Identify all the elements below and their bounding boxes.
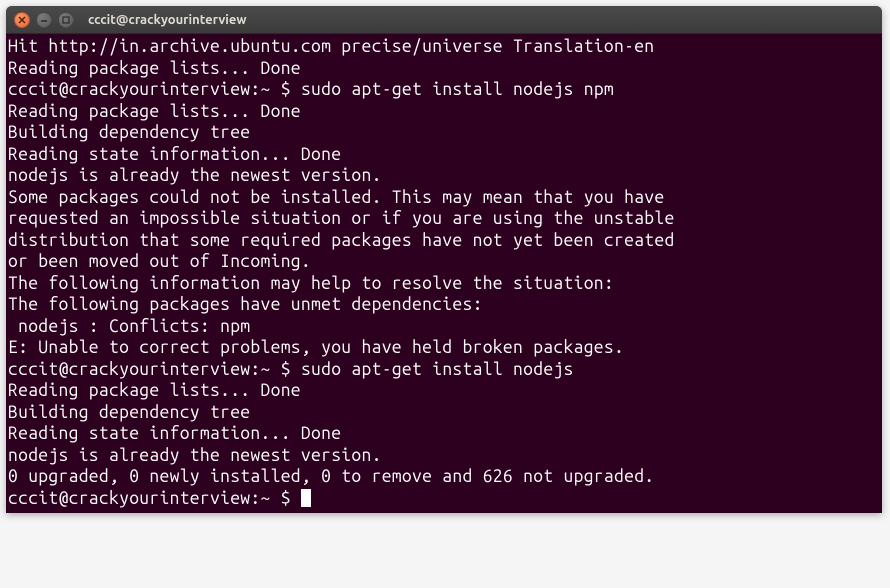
close-icon[interactable] (14, 12, 30, 28)
terminal-output-line: Building dependency tree (8, 402, 880, 424)
prompt-dollar: $ (271, 80, 301, 99)
terminal-output-line: Reading state information... Done (8, 144, 880, 166)
prompt-path: ~ (261, 360, 271, 379)
cursor-icon (301, 489, 311, 507)
terminal-output-line: nodejs : Conflicts: npm (8, 316, 880, 338)
prompt-colon: : (250, 489, 260, 508)
command-text: sudo apt-get install nodejs (301, 360, 574, 379)
terminal-output-line: Building dependency tree (8, 122, 880, 144)
terminal-output-line: Some packages could not be installed. Th… (8, 187, 880, 209)
window-controls (14, 12, 74, 28)
terminal-output-line: or been moved out of Incoming. (8, 251, 880, 273)
prompt-user-host: cccit@crackyourinterview (8, 489, 250, 508)
terminal-output-line: 0 upgraded, 0 newly installed, 0 to remo… (8, 466, 880, 488)
terminal-prompt-line: cccit@crackyourinterview:~ $ sudo apt-ge… (8, 79, 880, 101)
terminal-output-line: E: Unable to correct problems, you have … (8, 337, 880, 359)
prompt-path: ~ (261, 80, 271, 99)
terminal-output-line: distribution that some required packages… (8, 230, 880, 252)
terminal-window: cccit@crackyourinterview Hit http://in.a… (6, 6, 882, 513)
prompt-user-host: cccit@crackyourinterview (8, 360, 250, 379)
terminal-output-line: Reading package lists... Done (8, 101, 880, 123)
terminal-prompt-line[interactable]: cccit@crackyourinterview:~ $ (8, 488, 880, 510)
prompt-colon: : (250, 80, 260, 99)
terminal-output-line: requested an impossible situation or if … (8, 208, 880, 230)
terminal-output-line: Reading state information... Done (8, 423, 880, 445)
command-text: sudo apt-get install nodejs npm (301, 80, 614, 99)
prompt-colon: : (250, 360, 260, 379)
terminal-output-line: The following information may help to re… (8, 273, 880, 295)
prompt-dollar: $ (271, 489, 301, 508)
terminal-output-line: Hit http://in.archive.ubuntu.com precise… (8, 36, 880, 58)
titlebar[interactable]: cccit@crackyourinterview (6, 6, 882, 34)
terminal-prompt-line: cccit@crackyourinterview:~ $ sudo apt-ge… (8, 359, 880, 381)
terminal-output-line: Reading package lists... Done (8, 58, 880, 80)
terminal-output-line: nodejs is already the newest version. (8, 445, 880, 467)
maximize-icon[interactable] (58, 12, 74, 28)
terminal-output-line: Reading package lists... Done (8, 380, 880, 402)
prompt-path: ~ (261, 489, 271, 508)
minimize-icon[interactable] (36, 12, 52, 28)
window-title: cccit@crackyourinterview (88, 13, 247, 27)
prompt-user-host: cccit@crackyourinterview (8, 80, 250, 99)
terminal-body[interactable]: Hit http://in.archive.ubuntu.com precise… (6, 34, 882, 513)
terminal-output-line: nodejs is already the newest version. (8, 165, 880, 187)
terminal-output-line: The following packages have unmet depend… (8, 294, 880, 316)
prompt-dollar: $ (271, 360, 301, 379)
